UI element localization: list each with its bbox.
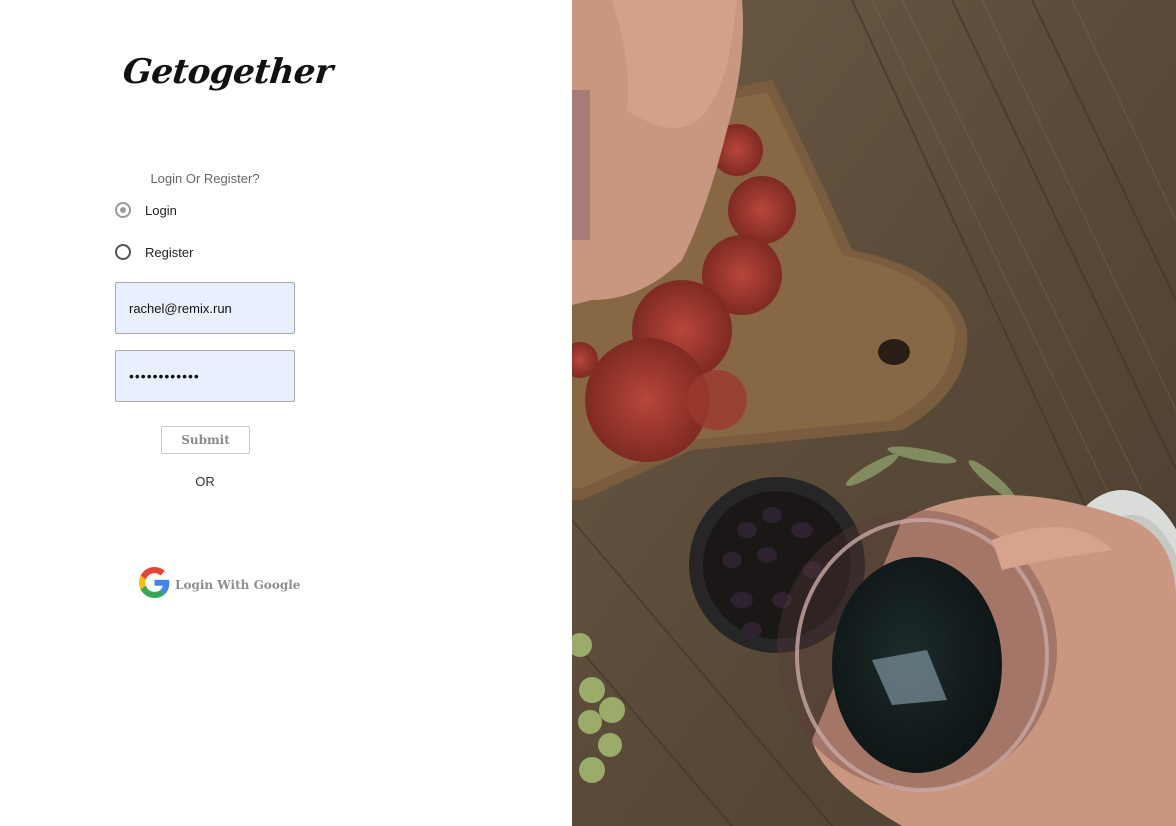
login-panel: Getogether Login Or Register? Login Regi… — [0, 0, 572, 826]
login-register-question: Login Or Register? — [150, 171, 260, 186]
google-icon — [139, 567, 170, 603]
google-login-label: Login With Google — [175, 578, 301, 592]
or-divider: OR — [195, 474, 215, 489]
email-field[interactable] — [115, 282, 295, 334]
radio-register-indicator[interactable] — [115, 244, 131, 260]
radio-login-label: Login — [145, 202, 177, 218]
login-with-google-button[interactable]: Login With Google — [139, 567, 300, 603]
radio-register-label: Register — [145, 244, 194, 260]
app-logo: Getogether — [120, 52, 335, 92]
hero-photo — [572, 0, 1176, 826]
radio-login-indicator[interactable] — [115, 202, 131, 218]
hero-photo-illustration — [572, 0, 1176, 826]
submit-button[interactable]: Submit — [161, 426, 250, 454]
radio-register[interactable]: Register — [115, 244, 193, 260]
radio-login[interactable]: Login — [115, 202, 177, 218]
password-field[interactable] — [115, 350, 295, 402]
